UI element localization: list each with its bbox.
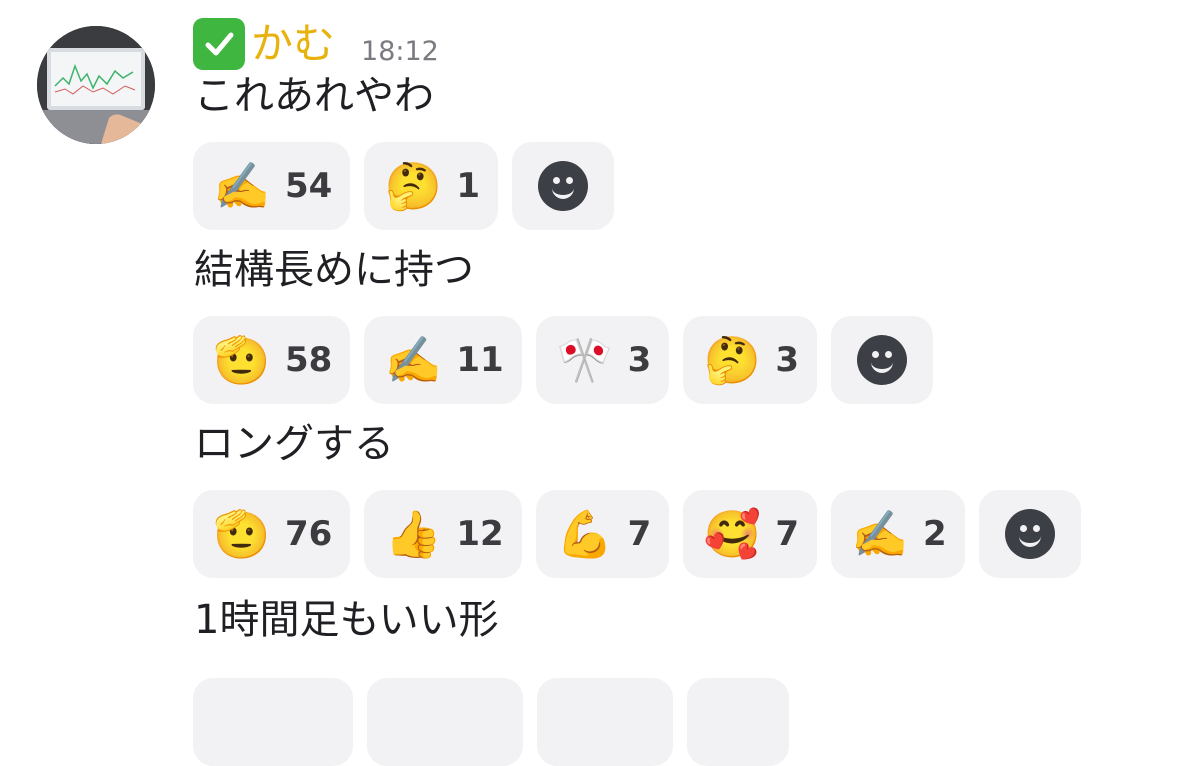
reaction-pill[interactable]: 🤔 1 xyxy=(364,142,498,230)
add-reaction-button[interactable] xyxy=(831,316,933,404)
smiling-face-with-hearts-icon: 🥰 xyxy=(703,507,761,561)
writing-hand-icon: ✍️ xyxy=(851,507,909,561)
message-text: ロングする xyxy=(194,421,394,467)
message-text: これあれやわ xyxy=(194,73,434,119)
reaction-pill[interactable]: ✍️ 54 xyxy=(193,142,351,230)
reaction-count: 3 xyxy=(627,340,652,380)
timestamp: 18:12 xyxy=(361,35,439,67)
reaction-count: 7 xyxy=(627,514,652,554)
thinking-face-icon: 🤔 xyxy=(703,333,761,387)
add-reaction-button[interactable] xyxy=(512,142,614,230)
add-reaction-button[interactable] xyxy=(687,678,789,766)
thinking-face-icon: 🤔 xyxy=(384,159,442,213)
crossed-flags-icon: 🎌 xyxy=(556,333,614,387)
reaction-pill[interactable]: 🤔 3 xyxy=(683,316,817,404)
add-reaction-smiley-icon xyxy=(1004,509,1055,559)
reaction-bar: ✍️ 54 🤔 1 xyxy=(193,142,614,230)
message-header: かむ 18:12 xyxy=(193,14,439,74)
reaction-pill[interactable] xyxy=(367,678,523,766)
reaction-pill[interactable]: 👍 12 xyxy=(364,490,522,578)
reaction-count: 76 xyxy=(285,514,333,554)
message-text: 1時間足もいい形 xyxy=(194,597,499,643)
add-reaction-smiley-icon xyxy=(538,161,588,211)
reaction-count: 11 xyxy=(456,340,504,380)
writing-hand-icon: ✍️ xyxy=(384,333,442,387)
thumbs-up-icon: 👍 xyxy=(384,507,442,561)
add-reaction-button[interactable] xyxy=(978,490,1081,578)
reaction-pill[interactable]: 🫡 58 xyxy=(193,316,351,404)
reaction-pill[interactable]: ✍️ 2 xyxy=(831,490,965,578)
reaction-pill[interactable]: 🥰 7 xyxy=(683,490,817,578)
reaction-pill[interactable] xyxy=(193,678,353,766)
reaction-pill[interactable]: 🫡 76 xyxy=(193,490,351,578)
reaction-pill[interactable] xyxy=(537,678,673,766)
reaction-pill[interactable]: 💪 7 xyxy=(535,490,670,578)
reaction-bar: 🫡 58 ✍️ 11 🎌 3 🤔 3 xyxy=(193,316,933,404)
saluting-face-icon: 🫡 xyxy=(213,507,271,561)
writing-hand-icon: ✍️ xyxy=(213,159,271,213)
author-name[interactable]: かむ xyxy=(251,23,335,65)
reaction-pill[interactable]: 🎌 3 xyxy=(535,316,670,404)
avatar[interactable] xyxy=(37,26,155,144)
reaction-bar: 🫡 76 👍 12 💪 7 🥰 7 ✍️ 2 xyxy=(193,490,1081,578)
reaction-bar xyxy=(193,678,789,766)
reaction-count: 3 xyxy=(775,340,799,380)
saluting-face-icon: 🫡 xyxy=(213,333,271,387)
reaction-count: 2 xyxy=(923,514,947,554)
reaction-count: 12 xyxy=(456,514,504,554)
check-mark-button-icon xyxy=(193,18,245,70)
flexed-biceps-icon: 💪 xyxy=(556,507,614,561)
reaction-count: 1 xyxy=(456,166,480,206)
reaction-count: 54 xyxy=(285,166,333,206)
message-text: 結構長めに持つ xyxy=(194,247,474,293)
reaction-pill[interactable]: ✍️ 11 xyxy=(364,316,522,404)
reaction-count: 58 xyxy=(285,340,333,380)
add-reaction-smiley-icon xyxy=(857,335,907,385)
reaction-count: 7 xyxy=(775,514,799,554)
